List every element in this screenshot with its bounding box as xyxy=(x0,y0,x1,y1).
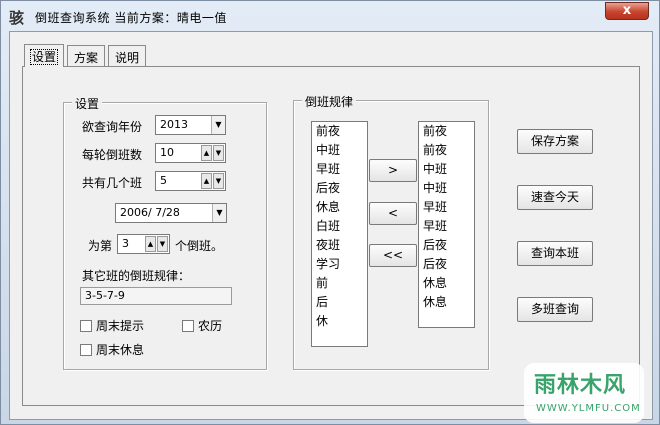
watermark-logo: 雨林木风 WWW.YLMFU.COM xyxy=(524,363,644,423)
tab-help-label: 说明 xyxy=(115,51,140,65)
settings-panel: 设置 欲查询年份 2013 ▼ 每轮倒班数 10 ▲ ▼ 共有几个班 5 ▲ ▼ xyxy=(22,66,640,406)
rank-stepper[interactable]: 3 ▲ ▼ xyxy=(117,234,170,254)
weekend-reminder-checkbox[interactable]: 周末提示 xyxy=(80,317,144,334)
checkbox-icon[interactable] xyxy=(80,320,92,332)
spin-down-icon[interactable]: ▼ xyxy=(213,145,224,161)
title-bar[interactable]: 骇 倒班查询系统 当前方案：晴电一值 x xyxy=(1,1,659,31)
shifts-value: 5 xyxy=(160,174,167,187)
spin-down-icon[interactable]: ▼ xyxy=(213,173,224,189)
tab-settings[interactable]: 设置 xyxy=(24,44,65,67)
cycle-label: 每轮倒班数 xyxy=(82,148,143,162)
list-item[interactable]: 中班 xyxy=(419,160,474,179)
app-logo-icon: 骇 xyxy=(9,9,25,27)
shifts-label: 共有几个班 xyxy=(82,176,143,190)
list-item[interactable]: 中班 xyxy=(419,179,474,198)
rank-prefix: 为第 xyxy=(88,239,113,253)
target-shift-list[interactable]: 前夜 前夜 中班 中班 早班 早班 后夜 后夜 休息 休息 xyxy=(418,121,475,328)
list-item[interactable]: 学习 xyxy=(312,255,367,274)
list-item[interactable]: 后夜 xyxy=(419,255,474,274)
source-shift-list[interactable]: 前夜 中班 早班 后夜 休息 白班 夜班 学习 前 后 休 xyxy=(311,121,368,347)
weekend-rest-checkbox[interactable]: 周末休息 xyxy=(80,341,144,358)
cycle-value: 10 xyxy=(160,146,174,159)
watermark-text: 雨林木风 xyxy=(534,373,627,398)
list-item[interactable]: 休息 xyxy=(312,198,367,217)
tab-scheme[interactable]: 方案 xyxy=(67,45,106,66)
list-item[interactable]: 早班 xyxy=(419,217,474,236)
spin-up-icon[interactable]: ▲ xyxy=(145,236,156,252)
watermark-url: WWW.YLMFU.COM xyxy=(536,403,641,414)
list-item[interactable]: 后夜 xyxy=(312,179,367,198)
list-item[interactable]: 前夜 xyxy=(312,122,367,141)
remove-shift-button[interactable]: < xyxy=(369,202,417,225)
client-area: 设置 方案 说明 设置 欲查询年份 2013 ▼ 每轮倒班数 10 ▲ ▼ 共有… xyxy=(9,31,653,420)
rule-group-title: 倒班规律 xyxy=(302,93,357,110)
close-button[interactable]: x xyxy=(605,2,649,20)
check-today-button[interactable]: 速查今天 xyxy=(517,185,593,210)
other-rule-value: 3-5-7-9 xyxy=(85,289,125,302)
list-item[interactable]: 白班 xyxy=(312,217,367,236)
list-item[interactable]: 早班 xyxy=(419,198,474,217)
rank-suffix: 个倒班。 xyxy=(175,239,224,253)
settings-group-title: 设置 xyxy=(72,95,103,112)
lunar-checkbox[interactable]: 农历 xyxy=(182,317,222,334)
list-item[interactable]: 休息 xyxy=(419,274,474,293)
add-shift-button[interactable]: > xyxy=(369,159,417,182)
weekend-rest-label: 周末休息 xyxy=(96,343,145,357)
list-item[interactable]: 后夜 xyxy=(419,236,474,255)
spin-down-icon[interactable]: ▼ xyxy=(157,236,168,252)
list-item[interactable]: 夜班 xyxy=(312,236,367,255)
list-item[interactable]: 中班 xyxy=(312,141,367,160)
list-item[interactable]: 前夜 xyxy=(419,141,474,160)
other-rule-label: 其它班的倒班规律： xyxy=(82,269,191,283)
weekend-reminder-label: 周末提示 xyxy=(96,319,145,333)
tab-scheme-label: 方案 xyxy=(74,51,99,65)
year-label: 欲查询年份 xyxy=(82,120,143,134)
shifts-stepper[interactable]: 5 ▲ ▼ xyxy=(155,171,226,191)
list-item[interactable]: 早班 xyxy=(312,160,367,179)
rank-value: 3 xyxy=(122,237,129,250)
query-this-shift-button[interactable]: 查询本班 xyxy=(517,241,593,266)
checkbox-icon[interactable] xyxy=(80,344,92,356)
spin-up-icon[interactable]: ▲ xyxy=(201,173,212,189)
chevron-down-icon[interactable]: ▼ xyxy=(212,204,226,222)
other-rule-field[interactable]: 3-5-7-9 xyxy=(80,287,232,305)
date-picker[interactable]: 2006/ 7/28 ▼ xyxy=(115,203,227,223)
multi-shift-query-button[interactable]: 多班查询 xyxy=(517,297,593,322)
list-item[interactable]: 前夜 xyxy=(419,122,474,141)
tab-help[interactable]: 说明 xyxy=(108,45,147,66)
date-value: 2006/ 7/28 xyxy=(120,206,180,219)
list-item[interactable]: 前 xyxy=(312,274,367,293)
lunar-label: 农历 xyxy=(198,319,223,333)
clear-shifts-button[interactable]: << xyxy=(369,244,417,267)
app-window: 骇 倒班查询系统 当前方案：晴电一值 x 设置 方案 说明 设置 欲查询年份 2… xyxy=(0,0,660,425)
list-item[interactable]: 后 xyxy=(312,293,367,312)
year-value: 2013 xyxy=(160,118,188,131)
window-title: 倒班查询系统 当前方案：晴电一值 xyxy=(35,11,227,25)
list-item[interactable]: 休息 xyxy=(419,293,474,312)
tab-settings-label: 设置 xyxy=(29,49,59,65)
cycle-stepper[interactable]: 10 ▲ ▼ xyxy=(155,143,226,163)
spin-up-icon[interactable]: ▲ xyxy=(201,145,212,161)
save-scheme-button[interactable]: 保存方案 xyxy=(517,129,593,154)
chevron-down-icon[interactable]: ▼ xyxy=(211,116,225,134)
rule-group: 倒班规律 前夜 中班 早班 后夜 休息 白班 夜班 学习 前 后 休 > < <… xyxy=(293,93,489,370)
year-select[interactable]: 2013 ▼ xyxy=(155,115,226,135)
list-item[interactable]: 休 xyxy=(312,312,367,331)
settings-group: 设置 欲查询年份 2013 ▼ 每轮倒班数 10 ▲ ▼ 共有几个班 5 ▲ ▼ xyxy=(63,95,267,370)
checkbox-icon[interactable] xyxy=(182,320,194,332)
